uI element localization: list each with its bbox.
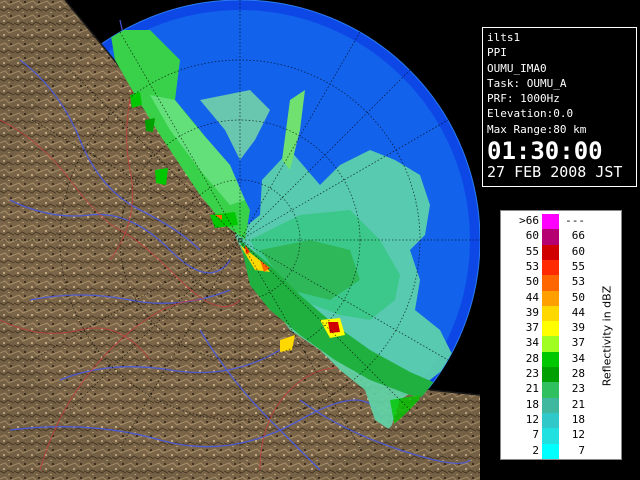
legend-row: 37 39 — [501, 321, 601, 337]
reflectivity-legend: >66 --- 60 66 55 60 53 55 50 53 44 50 39 44 37 39 34 37 28… — [500, 210, 622, 460]
legend-row-high: 28 — [571, 367, 585, 380]
legend-row-high: 53 — [571, 275, 585, 289]
legend-row-high: 7 — [578, 443, 585, 457]
legend-row: 44 50 — [501, 290, 601, 307]
legend-row-high: 66 — [571, 229, 585, 243]
legend-row: 28 34 — [501, 351, 601, 368]
legend-row-low: 50 — [525, 275, 539, 289]
legend-row-low: 37 — [525, 321, 539, 335]
legend-row: 21 23 — [501, 382, 601, 398]
legend-row-low: 39 — [525, 305, 539, 319]
scan-date: 27 FEB 2008 JST — [487, 163, 623, 182]
legend-row-low: 23 — [525, 367, 539, 380]
legend-row-low: 44 — [525, 290, 539, 304]
legend-row: 53 55 — [501, 259, 601, 276]
legend-row-high: 21 — [571, 397, 585, 411]
info-panel: ilts1 PPI OUMU_IMA0 Task: OUMU_A PRF: 10… — [482, 27, 637, 187]
legend-swatch — [542, 229, 559, 245]
legend-row-high: 37 — [571, 336, 585, 350]
legend-row-high: --- — [565, 214, 585, 227]
legend-row-low: 28 — [525, 351, 539, 365]
legend-row-low: 18 — [525, 397, 539, 411]
legend-swatch — [542, 321, 559, 337]
legend-row: 55 60 — [501, 244, 601, 261]
legend-row-high: 44 — [571, 305, 585, 319]
scan-mode: PPI — [487, 46, 507, 60]
legend-row: 39 44 — [501, 305, 601, 322]
legend-swatch — [542, 259, 559, 276]
legend-swatch — [542, 412, 559, 429]
elevation-label: Elevation:0.0 — [487, 107, 574, 121]
legend-row-high: 55 — [571, 259, 585, 273]
legend-swatch — [542, 305, 559, 322]
legend-row-low: 55 — [525, 244, 539, 258]
legend-row-high: 34 — [571, 351, 585, 365]
max-range-label: Max Range:80 km — [487, 122, 587, 136]
legend-swatch — [542, 443, 559, 460]
legend-row: 23 28 — [501, 367, 601, 383]
legend-row-low: 2 — [532, 443, 539, 457]
legend-row-low: 34 — [525, 336, 539, 350]
legend-row: >66 --- — [501, 214, 601, 230]
legend-swatch — [542, 351, 559, 368]
legend-unit-text: Reflectivity in dBZ — [600, 285, 614, 387]
legend-row: 7 12 — [501, 428, 601, 444]
legend-row-high: 50 — [571, 290, 585, 304]
legend-swatch — [542, 214, 559, 230]
legend-row: 18 21 — [501, 397, 601, 414]
scan-time: 01:30:00 — [487, 137, 603, 166]
legend-swatch — [542, 290, 559, 307]
legend-swatch — [542, 367, 559, 383]
legend-row-high: 23 — [571, 382, 585, 396]
radar-ppi-map — [0, 0, 480, 480]
legend-row-low: 21 — [525, 382, 539, 396]
legend-row: 60 66 — [501, 229, 601, 245]
legend-swatch — [542, 244, 559, 261]
legend-row: 12 18 — [501, 412, 601, 429]
task-label: Task: OUMU_A — [487, 76, 567, 90]
site-name: OUMU_IMA0 — [487, 61, 547, 75]
legend-row: 50 53 — [501, 275, 601, 291]
legend-row-low: 53 — [525, 259, 539, 273]
legend-row-high: 39 — [571, 321, 585, 335]
legend-swatch — [542, 336, 559, 353]
legend-row-low: 12 — [525, 412, 539, 426]
legend-row: 34 37 — [501, 336, 601, 353]
legend-swatch — [542, 275, 559, 291]
legend-row-low: 60 — [525, 229, 539, 243]
legend-swatch — [542, 428, 559, 444]
legend-row-high: 12 — [571, 428, 585, 442]
legend-row-high: 60 — [571, 244, 585, 258]
prf-label: PRF: 1000Hz — [487, 92, 560, 106]
legend-row-low: >66 — [519, 214, 539, 227]
legend-row: 27 — [501, 443, 601, 460]
legend-unit-label: Reflectivity in dBZ — [595, 251, 619, 421]
legend-row-high: 18 — [571, 412, 585, 426]
host-name: ilts1 — [487, 31, 521, 44]
legend-row-low: 7 — [532, 428, 539, 442]
legend-swatch — [542, 382, 559, 398]
legend-swatch — [542, 397, 559, 414]
